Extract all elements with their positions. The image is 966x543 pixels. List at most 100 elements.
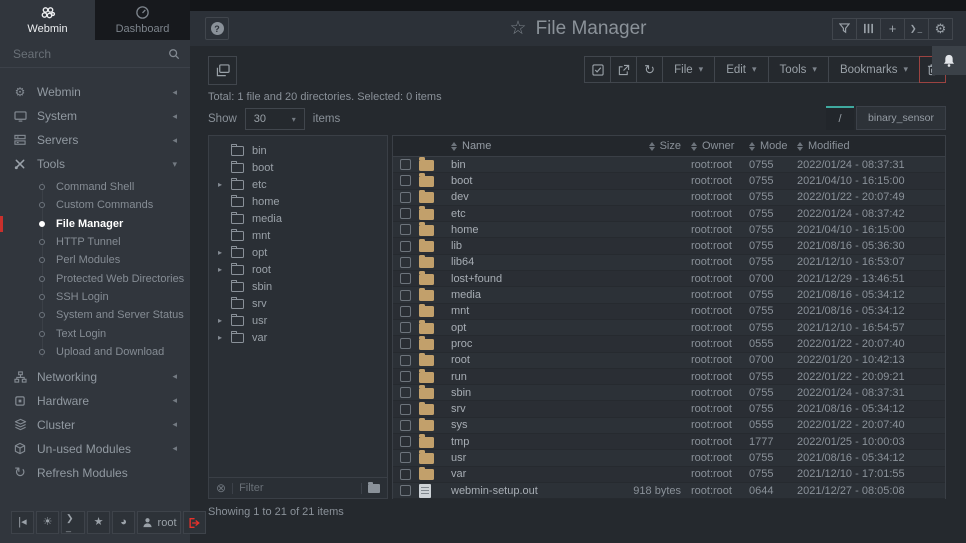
row-checkbox[interactable] xyxy=(400,257,411,268)
table-row[interactable]: srv root:root 0755 2021/08/16 - 05:34:12 xyxy=(393,401,945,417)
file-name[interactable]: root xyxy=(451,354,617,366)
tree-item[interactable]: ▸ srv xyxy=(209,295,387,312)
table-row[interactable]: media root:root 0755 2021/08/16 - 05:34:… xyxy=(393,287,945,303)
row-checkbox[interactable] xyxy=(400,290,411,301)
row-checkbox[interactable] xyxy=(400,322,411,333)
row-checkbox[interactable] xyxy=(400,371,411,382)
submenu-item[interactable]: Perl Modules xyxy=(0,251,190,269)
tree-item[interactable]: ▸ etc xyxy=(209,176,387,193)
sidebar-item-hardware[interactable]: Hardware ◂ xyxy=(0,389,190,413)
bookmarks-menu-button[interactable]: Bookmarks▾ xyxy=(828,56,920,83)
expand-caret-icon[interactable]: ▸ xyxy=(218,180,228,189)
expand-caret-icon[interactable]: ▸ xyxy=(218,265,228,274)
expand-caret-icon[interactable]: ▸ xyxy=(218,333,228,342)
refresh-button[interactable]: ↻ xyxy=(636,56,663,83)
path-root-button[interactable]: / xyxy=(826,106,854,130)
file-name[interactable]: dev xyxy=(451,191,617,203)
table-row[interactable]: var root:root 0755 2021/12/10 - 17:01:55 xyxy=(393,467,945,483)
theme-button[interactable]: ☀ xyxy=(36,511,59,534)
row-checkbox[interactable] xyxy=(400,338,411,349)
share-button[interactable] xyxy=(610,56,637,83)
column-header-size[interactable]: Size xyxy=(617,140,691,152)
shell-button[interactable]: ❯_ xyxy=(61,511,85,534)
search-input[interactable] xyxy=(13,47,168,61)
file-name[interactable]: etc xyxy=(451,208,617,220)
table-row[interactable]: home root:root 0755 2021/04/10 - 16:15:0… xyxy=(393,222,945,238)
column-header-modified[interactable]: Modified xyxy=(797,140,945,152)
sidebar-item-unused-modules[interactable]: Un-used Modules ◂ xyxy=(0,437,190,461)
table-row[interactable]: dev root:root 0755 2022/01/22 - 20:07:49 xyxy=(393,190,945,206)
submenu-item[interactable]: HTTP Tunnel xyxy=(0,233,190,251)
sidebar-item-networking[interactable]: Networking ◂ xyxy=(0,365,190,389)
row-checkbox[interactable] xyxy=(400,241,411,252)
table-row[interactable]: run root:root 0755 2022/01/22 - 20:09:21 xyxy=(393,369,945,385)
tree-item[interactable]: ▸ usr xyxy=(209,312,387,329)
palette-button[interactable]: ◕ xyxy=(112,511,135,534)
row-checkbox[interactable] xyxy=(400,404,411,415)
file-name[interactable]: var xyxy=(451,468,617,480)
row-checkbox[interactable] xyxy=(400,452,411,463)
clone-window-button[interactable] xyxy=(208,56,237,85)
file-name[interactable]: mnt xyxy=(451,305,617,317)
sidebar-item-cluster[interactable]: Cluster ◂ xyxy=(0,413,190,437)
row-checkbox[interactable] xyxy=(400,159,411,170)
table-row[interactable]: webmin-setup.out 918 bytes root:root 064… xyxy=(393,483,945,499)
column-header-name[interactable]: Name xyxy=(451,140,617,152)
table-row[interactable]: sys root:root 0555 2022/01/22 - 20:07:40 xyxy=(393,418,945,434)
tree-item[interactable]: ▸ var xyxy=(209,329,387,346)
row-checkbox[interactable] xyxy=(400,273,411,284)
terminal-button[interactable]: ❯_ xyxy=(904,18,929,40)
sidebar-item-system[interactable]: System ◂ xyxy=(0,104,190,128)
sidebar-item-webmin[interactable]: ⚙ Webmin ◂ xyxy=(0,80,190,104)
collapse-sidebar-button[interactable]: |◂ xyxy=(11,511,34,534)
favorites-button[interactable]: ★ xyxy=(87,511,110,534)
expand-caret-icon[interactable]: ▸ xyxy=(218,248,228,257)
edit-menu-button[interactable]: Edit▾ xyxy=(714,56,768,83)
file-name[interactable]: sys xyxy=(451,419,617,431)
file-name[interactable]: home xyxy=(451,224,617,236)
submenu-item[interactable]: Command Shell xyxy=(0,178,190,196)
sidebar-item-servers[interactable]: Servers ◂ xyxy=(0,128,190,152)
row-checkbox[interactable] xyxy=(400,208,411,219)
search-icon[interactable] xyxy=(168,48,180,60)
row-checkbox[interactable] xyxy=(400,436,411,447)
submenu-item[interactable]: Protected Web Directories xyxy=(0,269,190,287)
add-tab-button[interactable]: + xyxy=(880,18,905,40)
submenu-item[interactable]: System and Server Status xyxy=(0,306,190,324)
column-header-owner[interactable]: Owner xyxy=(691,140,749,152)
logout-button[interactable] xyxy=(183,511,206,534)
table-row[interactable]: proc root:root 0555 2022/01/22 - 20:07:4… xyxy=(393,336,945,352)
tree-item[interactable]: ▸ root xyxy=(209,261,387,278)
folder-view-icon[interactable] xyxy=(368,484,380,493)
row-checkbox[interactable] xyxy=(400,469,411,480)
tree-item[interactable]: ▸ bin xyxy=(209,142,387,159)
path-search-input[interactable]: binary_sensor xyxy=(856,106,946,130)
table-row[interactable]: mnt root:root 0755 2021/08/16 - 05:34:12 xyxy=(393,304,945,320)
table-row[interactable]: lost+found root:root 0700 2021/12/29 - 1… xyxy=(393,271,945,287)
submenu-item[interactable]: Upload and Download xyxy=(0,343,190,361)
tree-item[interactable]: ▸ mnt xyxy=(209,227,387,244)
filter-clear-icon[interactable]: ⊗ xyxy=(216,481,226,495)
tree-item[interactable]: ▸ home xyxy=(209,193,387,210)
row-checkbox[interactable] xyxy=(400,420,411,431)
file-name[interactable]: lost+found xyxy=(451,273,617,285)
page-size-select[interactable]: 30 ▾ xyxy=(245,108,305,130)
settings-button[interactable]: ⚙ xyxy=(928,18,953,40)
file-name[interactable]: usr xyxy=(451,452,617,464)
tools-menu-button[interactable]: Tools▾ xyxy=(768,56,829,83)
submenu-item[interactable]: Custom Commands xyxy=(0,196,190,214)
submenu-item[interactable]: SSH Login xyxy=(0,288,190,306)
file-name[interactable]: lib xyxy=(451,240,617,252)
table-row[interactable]: bin root:root 0755 2022/01/24 - 08:37:31 xyxy=(393,157,945,173)
file-name[interactable]: media xyxy=(451,289,617,301)
table-row[interactable]: tmp root:root 1777 2022/01/25 - 10:00:03 xyxy=(393,434,945,450)
row-checkbox[interactable] xyxy=(400,355,411,366)
table-row[interactable]: sbin root:root 0755 2022/01/24 - 08:37:3… xyxy=(393,385,945,401)
row-checkbox[interactable] xyxy=(400,387,411,398)
user-button[interactable]: root xyxy=(137,511,181,534)
expand-caret-icon[interactable]: ▸ xyxy=(218,316,228,325)
file-name[interactable]: boot xyxy=(451,175,617,187)
file-name[interactable]: opt xyxy=(451,322,617,334)
table-row[interactable]: usr root:root 0755 2021/08/16 - 05:34:12 xyxy=(393,450,945,466)
table-row[interactable]: lib root:root 0755 2021/08/16 - 05:36:30 xyxy=(393,238,945,254)
